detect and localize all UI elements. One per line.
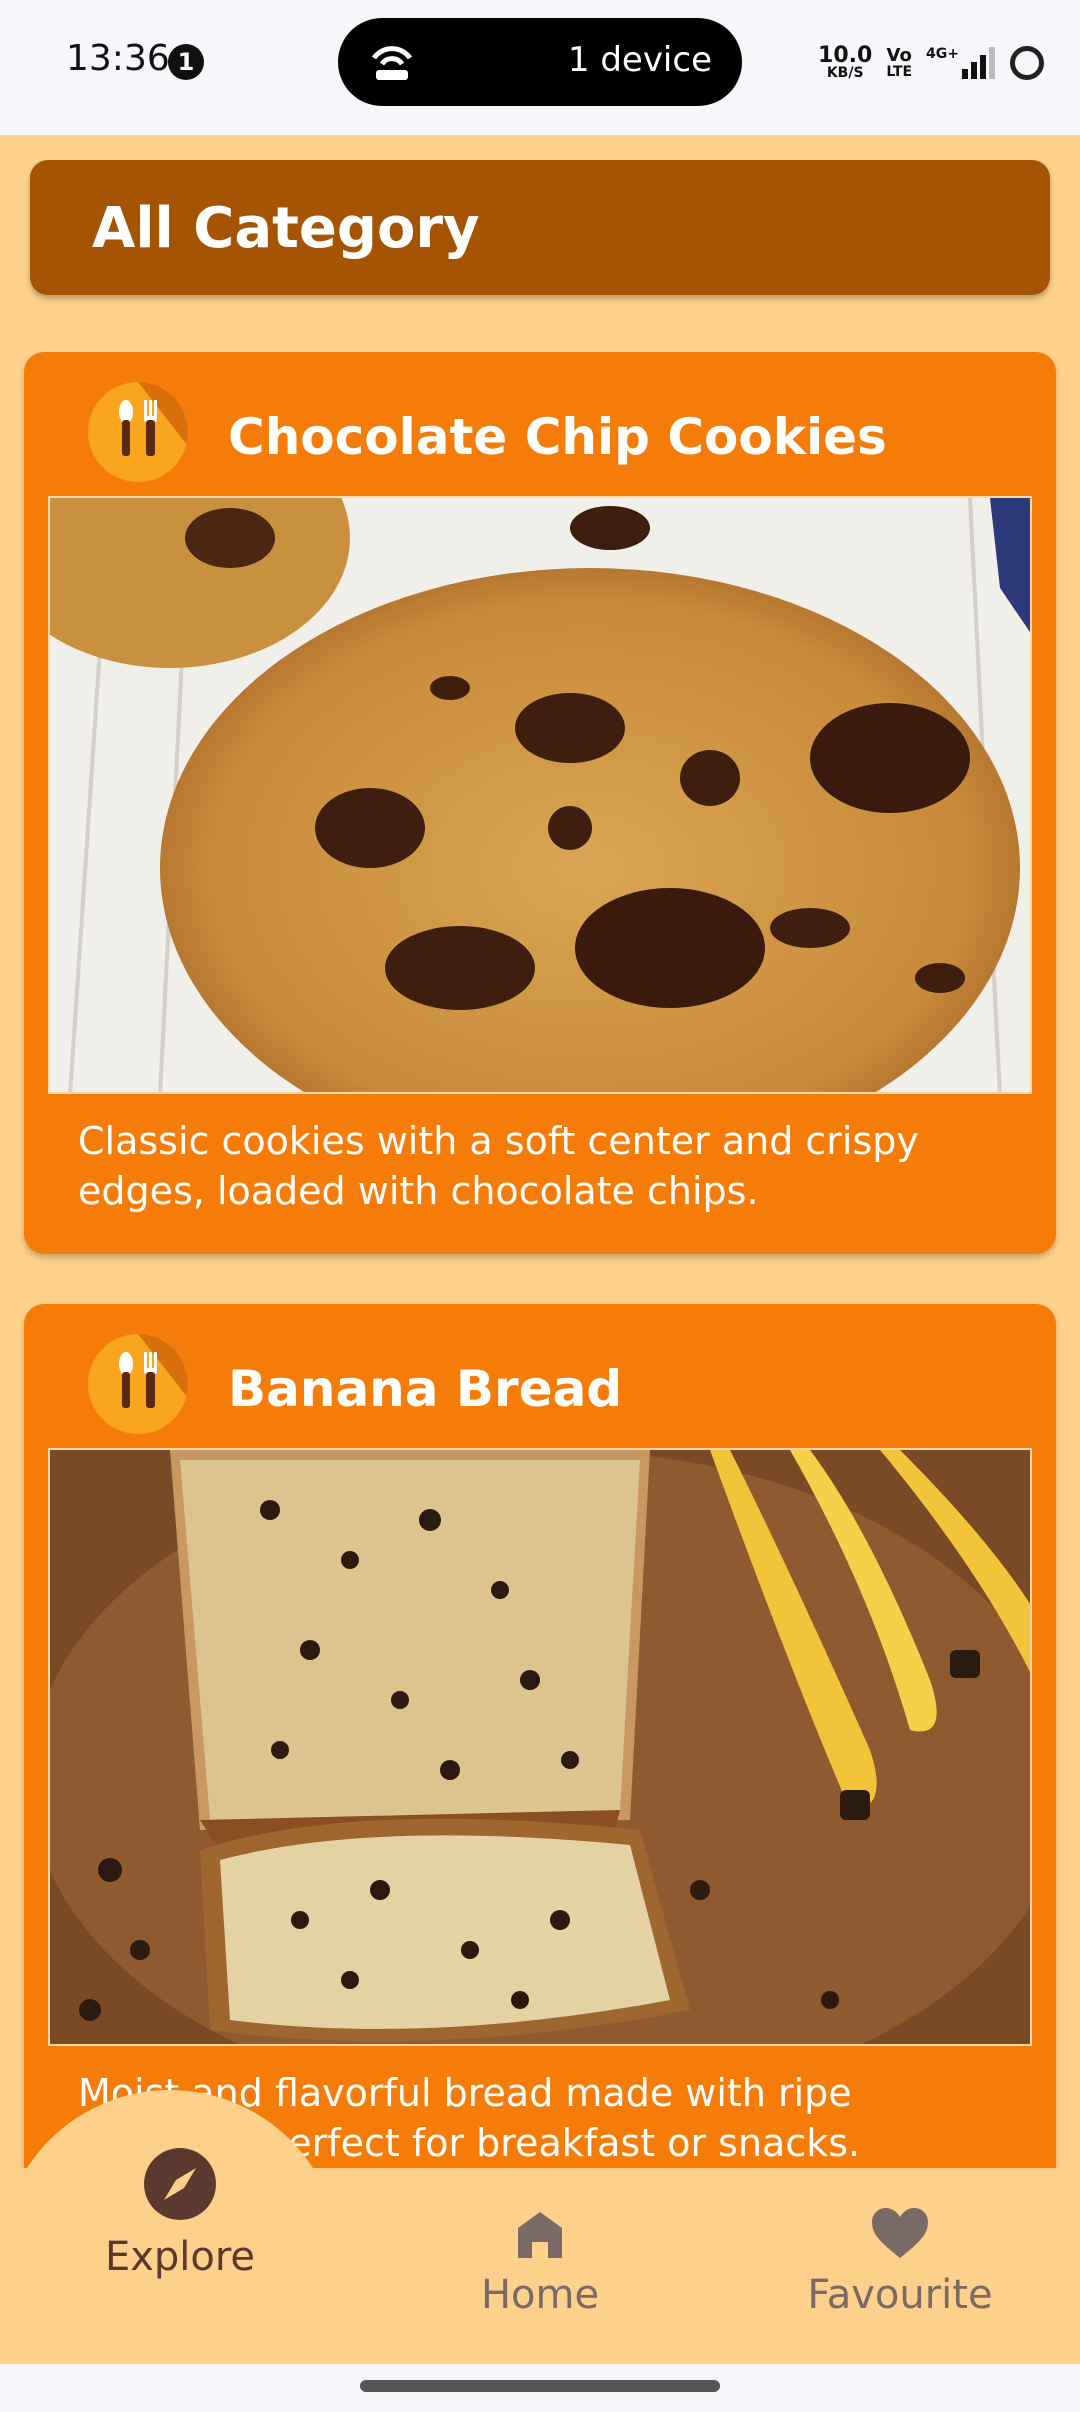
recipe-image: [48, 1448, 1032, 2046]
utensils-icon: [88, 382, 188, 482]
recipe-card[interactable]: Chocolate Chip Cookies Classic cookies w…: [24, 352, 1056, 1254]
status-bar: 13:36 1 1 device 10.0 KB/S Vo LTE 4G+: [0, 0, 1080, 135]
recipe-title: Chocolate Chip Cookies: [228, 408, 887, 466]
signal-icon: 4G+: [926, 47, 996, 79]
nav-item-home[interactable]: Home: [440, 2206, 640, 2318]
compass-icon: [144, 2148, 216, 2220]
nav-item-explore[interactable]: Explore: [80, 2148, 280, 2280]
page-title: All Category: [92, 196, 480, 261]
recipe-title: Banana Bread: [228, 1360, 623, 1418]
hotspot-pill[interactable]: 1 device: [338, 18, 742, 106]
signal-bars-icon: [962, 47, 995, 79]
heart-icon: [872, 2208, 928, 2258]
hotspot-text: 1 device: [567, 40, 712, 80]
utensils-icon: [88, 1334, 188, 1434]
recipe-image: [48, 496, 1032, 1094]
nav-item-favourite[interactable]: Favourite: [800, 2206, 1000, 2318]
recipe-card[interactable]: Banana Bread Moist and flavorful bread m…: [24, 1304, 1056, 2204]
home-icon: [518, 2212, 562, 2258]
status-time: 13:36: [66, 38, 170, 79]
status-icons: 10.0 KB/S Vo LTE 4G+: [818, 40, 1044, 86]
gesture-handle[interactable]: [360, 2380, 720, 2392]
category-header: All Category: [30, 160, 1050, 295]
recipe-description: Classic cookies with a soft center and c…: [78, 1119, 919, 1213]
nav-label-explore: Explore: [104, 2234, 256, 2280]
notification-badge: 1: [168, 44, 204, 80]
net-speed: 10.0 KB/S: [818, 43, 873, 81]
nav-label-home: Home: [480, 2272, 600, 2318]
volte-icon: Vo LTE: [886, 45, 913, 80]
battery-icon: [1010, 46, 1044, 80]
hotspot-icon: [371, 46, 413, 80]
nav-label-favourite: Favourite: [807, 2272, 993, 2318]
